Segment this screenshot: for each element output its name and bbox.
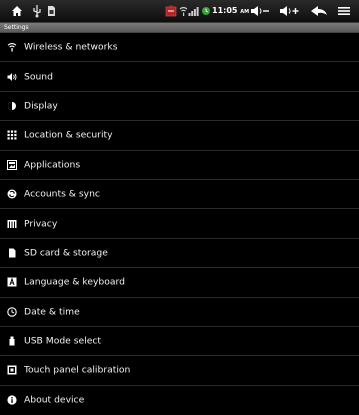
- brightness-icon: [8, 101, 16, 110]
- language-icon: [7, 277, 17, 287]
- settings-list: Wireless & networks Sound Display Locati…: [0, 33, 359, 415]
- page-title: Settings: [4, 24, 29, 31]
- clock: 11:05 AM: [212, 6, 250, 15]
- settings-item-wireless-networks[interactable]: Wireless & networks: [0, 33, 359, 63]
- grid-icon: [7, 130, 17, 140]
- volume-down-icon[interactable]: [250, 4, 270, 18]
- wifi-icon: [7, 43, 17, 52]
- settings-item-about-device[interactable]: About device: [0, 386, 359, 415]
- applications-icon: [7, 159, 17, 170]
- home-icon[interactable]: [11, 4, 23, 18]
- settings-item-sd-card-storage[interactable]: SD card & storage: [0, 239, 359, 269]
- settings-item-label: SD card & storage: [24, 247, 108, 259]
- settings-item-privacy[interactable]: Privacy: [0, 209, 359, 239]
- settings-item-label: USB Mode select: [24, 335, 102, 347]
- settings-item-label: Touch panel calibration: [24, 364, 131, 376]
- info-icon: [7, 395, 17, 405]
- settings-item-label: Sound: [24, 71, 53, 83]
- settings-item-accounts-sync[interactable]: Accounts & sync: [0, 180, 359, 210]
- alarm-icon: [202, 7, 210, 15]
- speaker-icon: [7, 72, 17, 81]
- volume-up-icon[interactable]: [279, 4, 300, 18]
- title-bar: Settings: [0, 23, 359, 33]
- settings-item-display[interactable]: Display: [0, 92, 359, 122]
- settings-item-label: Location & security: [24, 129, 113, 141]
- settings-item-date-time[interactable]: Date & time: [0, 298, 359, 327]
- sd-card-icon: [48, 6, 55, 16]
- settings-item-touch-panel-calibration[interactable]: Touch panel calibration: [0, 356, 359, 386]
- menu-icon[interactable]: [337, 4, 351, 18]
- privacy-icon: [7, 219, 17, 228]
- status-bar: 11:05 AM: [0, 0, 359, 23]
- settings-item-language-keyboard[interactable]: Language & keyboard: [0, 268, 359, 298]
- settings-item-label: Applications: [24, 159, 81, 171]
- clock-icon: [7, 306, 17, 317]
- settings-item-location-security[interactable]: Location & security: [0, 121, 359, 151]
- settings-item-usb-mode-select[interactable]: USB Mode select: [0, 327, 359, 357]
- settings-item-label: Date & time: [24, 306, 80, 318]
- settings-item-applications[interactable]: Applications: [0, 151, 359, 180]
- sync-icon: [7, 189, 17, 199]
- settings-item-label: Display: [24, 100, 58, 112]
- battery-icon: [165, 5, 177, 17]
- usb-icon: [9, 336, 15, 346]
- settings-item-label: About device: [24, 394, 85, 406]
- settings-item-label: Language & keyboard: [24, 276, 125, 288]
- usb-icon: [33, 5, 41, 18]
- settings-item-label: Accounts & sync: [24, 188, 100, 200]
- touch-panel-icon: [7, 365, 17, 375]
- settings-item-sound[interactable]: Sound: [0, 62, 359, 92]
- back-icon[interactable]: [310, 4, 328, 18]
- settings-item-label: Privacy: [24, 218, 58, 230]
- settings-item-label: Wireless & networks: [24, 41, 118, 53]
- sd-card-icon: [9, 248, 16, 258]
- wifi-icon: [179, 6, 188, 16]
- signal-icon: [188, 7, 199, 16]
